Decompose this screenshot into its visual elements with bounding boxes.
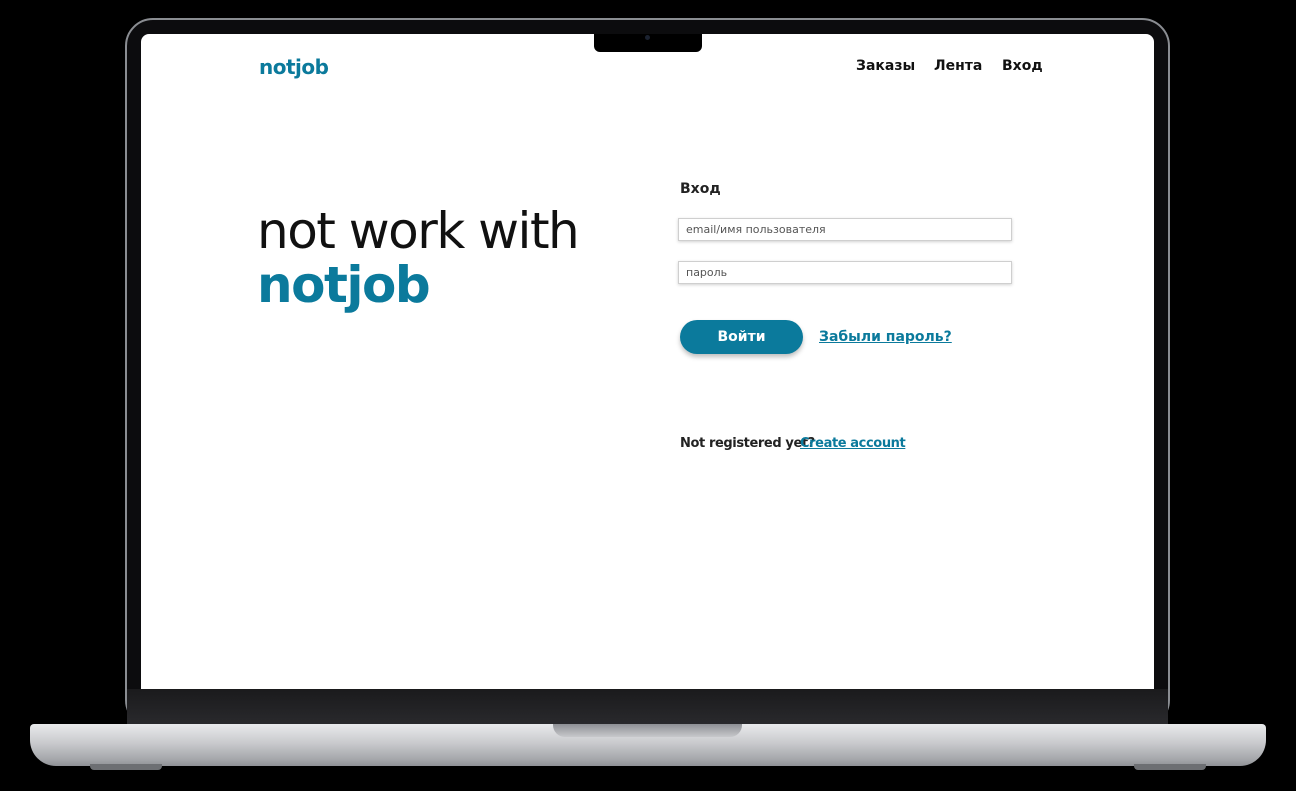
laptop-base-groove — [553, 724, 742, 737]
nav-orders[interactable]: Заказы — [856, 58, 915, 74]
password-field[interactable] — [678, 261, 1012, 284]
nav-feed[interactable]: Лента — [934, 58, 982, 74]
laptop-bezel-bottom — [127, 689, 1168, 726]
login-title: Вход — [680, 181, 721, 197]
not-registered-text: Not registered yet? — [680, 436, 815, 451]
forgot-password-link[interactable]: Забыли пароль? — [819, 329, 952, 345]
laptop-foot-right — [1134, 764, 1206, 770]
create-account-link[interactable]: Create account — [800, 436, 906, 451]
camera-icon — [645, 35, 650, 40]
hero-tagline: not work with — [257, 202, 580, 260]
logo[interactable]: notjob — [259, 55, 329, 79]
email-field[interactable] — [678, 218, 1012, 241]
login-button[interactable]: Войти — [680, 320, 803, 354]
browser-screen: notjob Заказы Лента Вход not work with n… — [141, 34, 1154, 689]
laptop-foot-left — [90, 764, 162, 770]
hero-brand: notjob — [257, 256, 431, 314]
nav-login[interactable]: Вход — [1002, 58, 1043, 74]
